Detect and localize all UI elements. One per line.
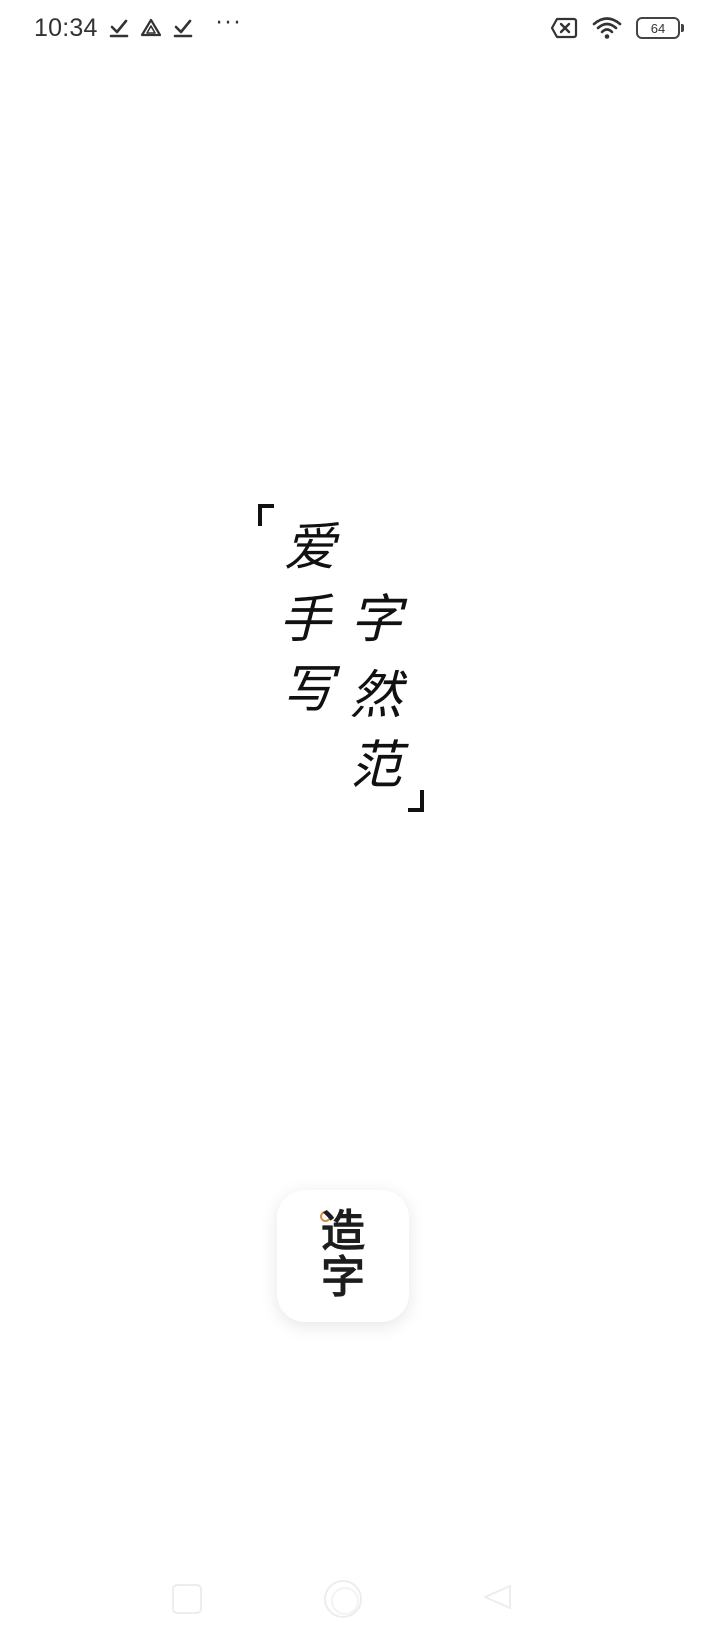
splash-char: 爱: [283, 518, 336, 578]
splash-char: 范: [349, 736, 402, 796]
status-left: 10:34 ···: [34, 10, 243, 46]
wifi-icon: [592, 16, 622, 40]
navigation-bar: [0, 1564, 720, 1650]
status-clock: 10:34: [34, 13, 98, 42]
download-done-icon: [172, 17, 194, 39]
close-bracket: [408, 790, 424, 812]
logo-char-top: 造: [321, 1206, 365, 1257]
battery-icon: 64: [636, 17, 684, 39]
status-right: 64: [536, 12, 684, 44]
back-button[interactable]: [482, 1582, 512, 1612]
recents-button[interactable]: [172, 1584, 202, 1614]
splash-char: 写: [281, 660, 334, 720]
logo-char-bottom: 字: [321, 1252, 365, 1303]
open-bracket: [258, 504, 274, 526]
back-icon: [484, 1585, 511, 1609]
home-button[interactable]: [324, 1580, 362, 1618]
splash-char: 手: [278, 590, 331, 650]
status-bar: 10:34 ··· 64: [0, 0, 720, 56]
app-logo: 造 字: [277, 1190, 409, 1322]
download-done-icon: [108, 17, 130, 39]
more-dots-icon: ···: [215, 11, 243, 36]
splash-calligraphy: 爱 手 写 字 然 范: [250, 490, 440, 820]
sim-off-icon: [550, 17, 578, 39]
drive-icon: [140, 17, 162, 39]
splash-char: 然: [349, 666, 402, 726]
splash-char: 字: [349, 590, 402, 650]
